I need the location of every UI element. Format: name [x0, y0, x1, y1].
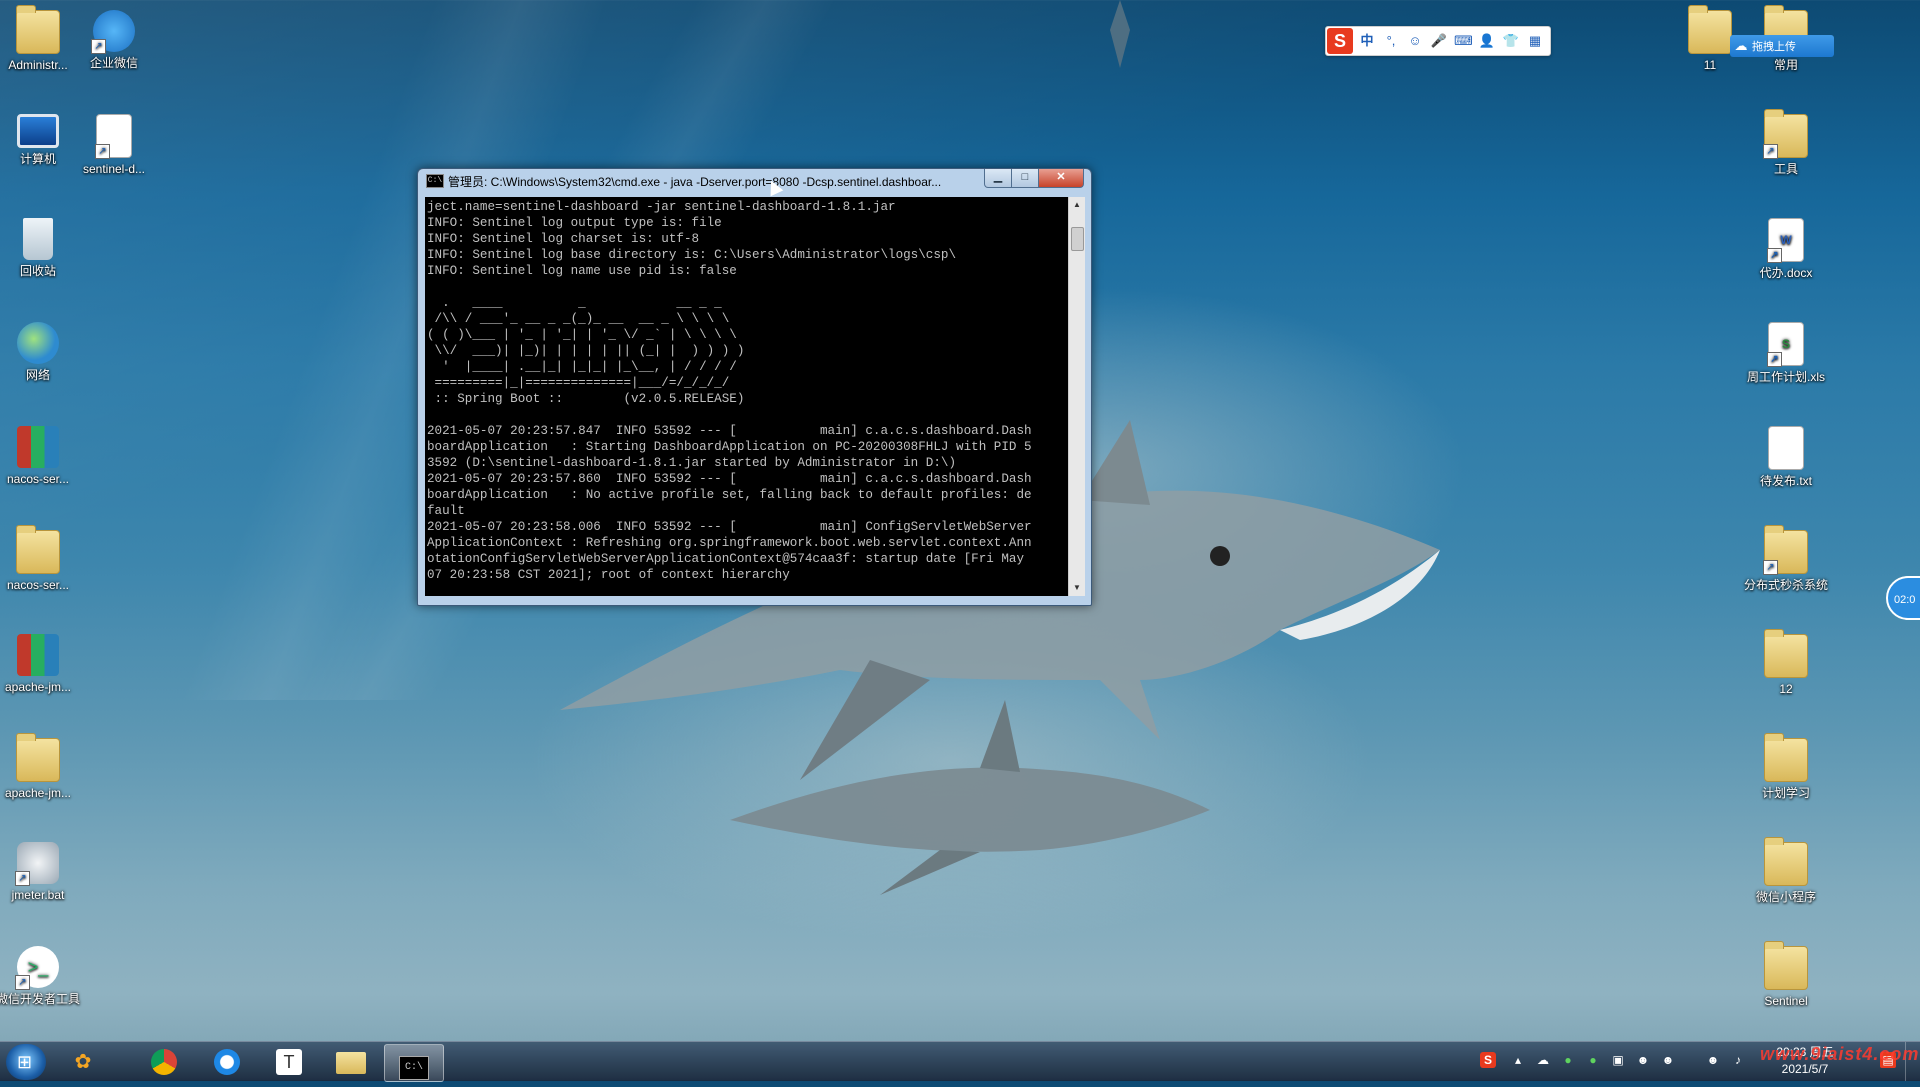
desktop-icon-jmeter-bat[interactable]: jmeter.bat [0, 842, 80, 902]
taskbar-app-chrome[interactable] [135, 1044, 193, 1080]
scroll-down-arrow-icon[interactable]: ▼ [1069, 580, 1085, 596]
scrollbar-thumb[interactable] [1071, 227, 1084, 251]
folder-icon [1688, 5, 1732, 54]
close-button[interactable]: ✕ [1038, 169, 1084, 188]
desktop-icon-study-plan-folder[interactable]: 计划学习 [1744, 733, 1828, 800]
desktop-icon-wechat-miniprogram-folder[interactable]: 微信小程序 [1744, 837, 1828, 904]
wallpaper-fish [1110, 0, 1130, 68]
cmd-window-title: 管理员: C:\Windows\System32\cmd.exe - java … [448, 175, 942, 189]
cmd-app-icon: C:\ [426, 174, 444, 188]
tray-volume-icon[interactable]: ♪ [1730, 1052, 1746, 1068]
ime-voice-icon[interactable]: 🎤 [1430, 32, 1448, 50]
cmd-icon: C:\ [399, 1056, 429, 1080]
console-scrollbar[interactable]: ▲ ▼ [1068, 197, 1085, 596]
minimize-button[interactable]: ▁ [984, 169, 1012, 188]
desktop-icon-wecom[interactable]: 企业微信 [72, 10, 156, 70]
tray-network-icon[interactable]: ▣ [1610, 1052, 1626, 1068]
desktop-icon-weekly-plan-xls[interactable]: S 周工作计划.xls [1744, 322, 1828, 384]
desktop-icon-network[interactable]: 网络 [0, 322, 80, 382]
taskbar-app-colorful[interactable]: ✿ [54, 1044, 112, 1080]
desktop-icon-apache-jmeter-folder[interactable]: apache-jm... [0, 733, 80, 800]
desktop-icon-sentinel-doc[interactable]: sentinel-d... [72, 114, 156, 176]
drag-upload-widget[interactable]: ☁ 拖拽上传 [1730, 35, 1834, 57]
desktop-icon-folder-tools[interactable]: 工具 [1744, 109, 1828, 176]
folder-icon [1764, 629, 1808, 678]
ime-punctuation-button[interactable]: °, [1382, 32, 1400, 50]
folder-icon [16, 5, 60, 54]
recycle-bin-icon [23, 218, 53, 260]
tray-user-icon[interactable]: ☻ [1705, 1052, 1721, 1068]
gear-script-icon [15, 842, 59, 886]
folder-icon [1763, 525, 1808, 575]
desktop-icon-wechat-devtools[interactable]: >_ 微信开发者工具 [0, 946, 80, 1006]
desktop-icon-apache-jmeter-archive[interactable]: apache-jm... [0, 634, 80, 694]
cmd-window[interactable]: C:\ 管理员: C:\Windows\System32\cmd.exe - j… [417, 168, 1092, 606]
folder-icon [16, 733, 60, 782]
taskbar-app-typora[interactable]: T [260, 1044, 318, 1080]
winrar-archive-icon [17, 634, 59, 676]
colorful-app-icon: ✿ [74, 1051, 92, 1073]
document-icon [95, 114, 132, 159]
word-document-icon: W [1767, 218, 1804, 263]
tray-expand-icon[interactable]: ▴ [1510, 1052, 1526, 1068]
taskbar-app-file-explorer[interactable] [322, 1044, 380, 1080]
ime-skin-icon[interactable]: 👕 [1502, 32, 1520, 50]
tray-sogou-icon[interactable]: S [1480, 1052, 1496, 1068]
cloud-icon: ☁ [1734, 38, 1748, 53]
desktop-icon-pending-txt[interactable]: 待发布.txt [1744, 426, 1828, 488]
text-file-icon [1768, 426, 1804, 470]
typora-icon: T [276, 1049, 302, 1075]
desktop-icon-recycle-bin[interactable]: 回收站 [0, 218, 80, 278]
tray-wecom-icon[interactable]: ● [1585, 1052, 1601, 1068]
desktop-icon-todo-docx[interactable]: W 代办.docx [1744, 218, 1828, 280]
start-button[interactable]: ⊞ [6, 1044, 46, 1080]
scroll-up-arrow-icon[interactable]: ▲ [1069, 197, 1085, 213]
console-text: ject.name=sentinel-dashboard -jar sentin… [427, 200, 1032, 582]
tray-qq-icon-2[interactable]: ☻ [1660, 1052, 1676, 1068]
desktop-icon-nacos-folder[interactable]: nacos-ser... [0, 525, 80, 592]
desktop-icon-sentinel-folder[interactable]: Sentinel [1744, 941, 1828, 1008]
folder-icon [1764, 941, 1808, 990]
tray-qq-icon[interactable]: ☻ [1635, 1052, 1651, 1068]
floating-timer-button[interactable]: 02:0 [1886, 576, 1920, 620]
chrome-icon [151, 1049, 177, 1075]
taskbar-app-qq-browser[interactable] [198, 1044, 256, 1080]
sogou-ime-toolbar[interactable]: S 中 °, ☺ 🎤 ⌨ 👤 👕 ▦ [1325, 26, 1551, 56]
tray-wechat-icon[interactable]: ● [1560, 1052, 1576, 1068]
console-output[interactable]: ject.name=sentinel-dashboard -jar sentin… [425, 197, 1068, 596]
desktop-icon-administrator-folder[interactable]: Administr... [0, 5, 80, 72]
ime-emoji-icon[interactable]: ☺ [1406, 32, 1424, 50]
ime-user-icon[interactable]: 👤 [1478, 32, 1496, 50]
taskbar-app-cmd[interactable]: C:\ [384, 1044, 444, 1082]
wechat-devtools-icon: >_ [15, 946, 59, 990]
computer-icon [17, 114, 59, 148]
wecom-icon [91, 10, 135, 54]
sogou-logo-icon[interactable]: S [1327, 28, 1353, 54]
taskbar: ⊞ ✿ T C:\ S ▴ ☁ ● ● ▣ ☻ ☻ ☻ ♪ 20:23 周五 2… [0, 1041, 1920, 1082]
folder-icon [1764, 733, 1808, 782]
network-globe-icon [17, 322, 59, 364]
winrar-archive-icon [17, 426, 59, 468]
desktop-icon-computer[interactable]: 计算机 [0, 114, 80, 166]
excel-spreadsheet-icon: S [1767, 322, 1804, 367]
folder-icon [1764, 837, 1808, 886]
desktop-icon-nacos-archive[interactable]: nacos-ser... [0, 426, 80, 486]
ime-toolbox-icon[interactable]: ▦ [1526, 32, 1544, 50]
maximize-button[interactable]: □ [1011, 169, 1039, 188]
folder-icon [1763, 109, 1808, 159]
tray-cloud-icon[interactable]: ☁ [1535, 1052, 1551, 1068]
site-watermark: www.9iaist4.com [1760, 1044, 1920, 1064]
ime-keyboard-icon[interactable]: ⌨ [1454, 32, 1473, 50]
desktop-icon-folder-12[interactable]: 12 [1744, 629, 1828, 696]
ime-chinese-mode-button[interactable]: 中 [1358, 32, 1376, 50]
file-explorer-icon [336, 1052, 366, 1074]
windows-logo-icon: ⊞ [17, 1052, 33, 1072]
folder-icon [16, 525, 60, 574]
cmd-window-titlebar[interactable]: C:\ 管理员: C:\Windows\System32\cmd.exe - j… [418, 169, 1091, 191]
qq-browser-icon [214, 1049, 240, 1075]
desktop-icon-distributed-seckill-folder[interactable]: 分布式秒杀系统 [1744, 525, 1828, 592]
wallpaper-shark-small [730, 700, 1210, 895]
